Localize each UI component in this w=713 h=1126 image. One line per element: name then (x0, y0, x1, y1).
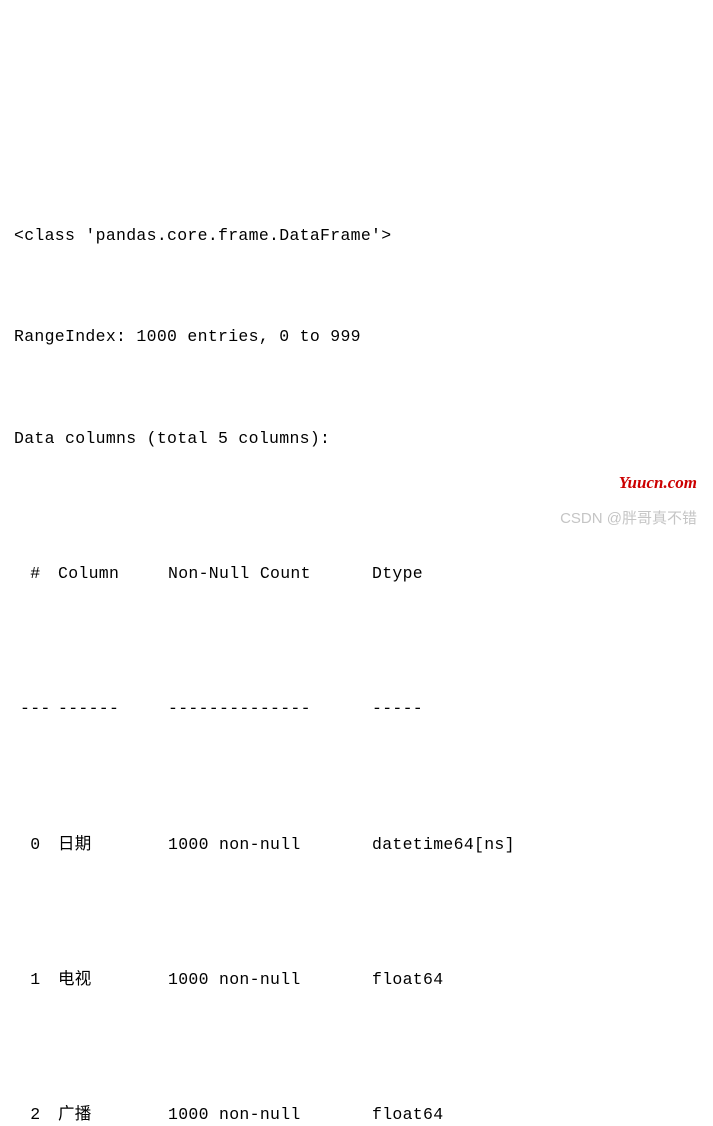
row-index: 2 (14, 1098, 58, 1126)
row-count: 1000 non-null (168, 963, 372, 997)
row-index: 1 (14, 963, 58, 997)
divider-dtype: ----- (372, 692, 699, 726)
divider-count: -------------- (168, 692, 372, 726)
divider-index: --- (14, 692, 58, 726)
header-dtype: Dtype (372, 557, 699, 591)
header-count: Non-Null Count (168, 557, 372, 591)
row-count: 1000 non-null (168, 1098, 372, 1126)
class-line: <class 'pandas.core.frame.DataFrame'> (14, 219, 699, 253)
header-index: # (14, 557, 58, 591)
table-row: 1 电视 1000 non-null float64 (14, 963, 699, 997)
row-column-name: 广播 (58, 1098, 168, 1126)
header-column: Column (58, 557, 168, 591)
row-dtype: datetime64[ns] (372, 828, 699, 862)
watermark-yuucn: Yuucn.com (619, 466, 697, 501)
dataframe-info-output: <class 'pandas.core.frame.DataFrame'> Ra… (14, 151, 699, 1126)
row-column-name: 日期 (58, 828, 168, 862)
row-column-name: 电视 (58, 963, 168, 997)
divider-column: ------ (58, 692, 168, 726)
row-dtype: float64 (372, 963, 699, 997)
column-header-row: # Column Non-Null Count Dtype (14, 557, 699, 591)
range-index-line: RangeIndex: 1000 entries, 0 to 999 (14, 320, 699, 354)
row-count: 1000 non-null (168, 828, 372, 862)
data-columns-line: Data columns (total 5 columns): (14, 422, 699, 456)
watermark-csdn: CSDN @胖哥真不错 (560, 504, 697, 535)
row-index: 0 (14, 828, 58, 862)
row-dtype: float64 (372, 1098, 699, 1126)
table-row: 2 广播 1000 non-null float64 (14, 1098, 699, 1126)
divider-row: --- ------ -------------- ----- (14, 692, 699, 726)
table-row: 0 日期 1000 non-null datetime64[ns] (14, 828, 699, 862)
